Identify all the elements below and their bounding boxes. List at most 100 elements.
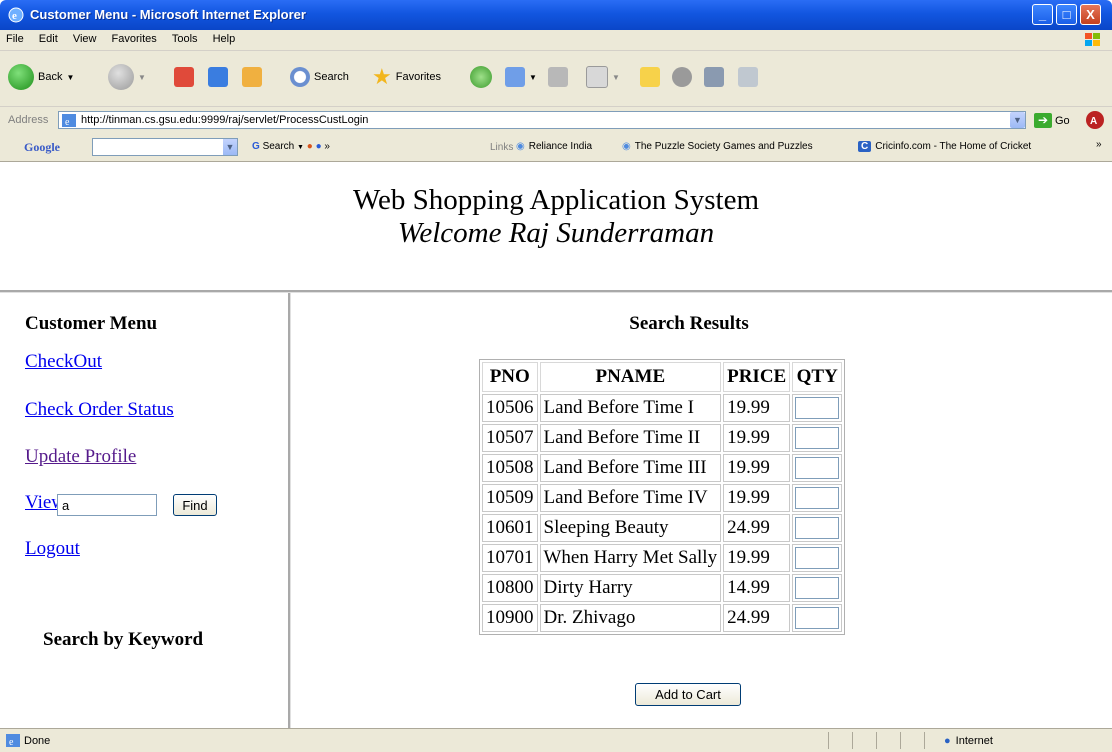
checkout-link[interactable]: CheckOut bbox=[25, 351, 102, 373]
globe-icon: ● bbox=[944, 735, 951, 747]
keyword-search-input[interactable] bbox=[57, 494, 157, 516]
table-header-row: PNO PNAME PRICE QTY bbox=[482, 362, 843, 392]
page-icon: ◉ bbox=[622, 141, 631, 152]
table-row: 10507 Land Before Time II 19.99 bbox=[482, 424, 843, 452]
cell-pname: Dirty Harry bbox=[539, 574, 722, 602]
google-dropdown-button[interactable]: ▼ bbox=[223, 139, 237, 155]
forward-button[interactable]: ▼ bbox=[108, 63, 146, 91]
address-label: Address bbox=[8, 114, 49, 126]
word-icon bbox=[586, 66, 608, 88]
windows-logo-icon bbox=[1085, 33, 1100, 46]
edit-button[interactable]: ▼ bbox=[586, 63, 620, 91]
favorites-button[interactable]: ★ Favorites bbox=[372, 63, 441, 91]
search-button[interactable]: Search bbox=[290, 63, 349, 91]
security-zone[interactable]: ● Internet bbox=[944, 735, 993, 747]
google-search-input[interactable] bbox=[92, 138, 238, 156]
back-button[interactable]: Back ▼ bbox=[8, 63, 74, 91]
menu-help[interactable]: Help bbox=[207, 30, 242, 45]
google-logo[interactable]: Google bbox=[24, 140, 60, 155]
column-header-pno: PNO bbox=[482, 362, 538, 392]
qty-input[interactable] bbox=[795, 517, 840, 539]
page-content: Web Shopping Application System Welcome … bbox=[0, 162, 1112, 728]
stop-button[interactable] bbox=[174, 63, 194, 91]
research-button[interactable] bbox=[738, 63, 758, 91]
print-button[interactable] bbox=[548, 63, 568, 91]
history-button[interactable] bbox=[470, 63, 492, 91]
links-more-chevron[interactable]: » bbox=[1096, 139, 1102, 150]
chevron-down-icon: ▼ bbox=[612, 72, 620, 82]
mail-button[interactable]: ▼ bbox=[505, 63, 537, 91]
check-order-status-link[interactable]: Check Order Status bbox=[25, 399, 174, 421]
link-reliance-india[interactable]: ◉ Reliance India bbox=[516, 141, 592, 152]
internet-explorer-icon: e bbox=[8, 7, 24, 23]
discuss-button[interactable] bbox=[640, 63, 660, 91]
table-row: 10601 Sleeping Beauty 24.99 bbox=[482, 514, 843, 542]
cell-price: 14.99 bbox=[723, 574, 791, 602]
back-label: Back bbox=[38, 71, 63, 83]
stop-script-button[interactable] bbox=[672, 63, 692, 91]
search-icon bbox=[290, 67, 310, 87]
page-title: Web Shopping Application System bbox=[352, 184, 760, 216]
menu-file[interactable]: File bbox=[0, 30, 30, 45]
messenger-button[interactable] bbox=[704, 63, 724, 91]
status-divider bbox=[900, 732, 901, 749]
find-button[interactable]: Find bbox=[173, 494, 217, 516]
minimize-button[interactable]: _ bbox=[1032, 4, 1053, 25]
status-divider bbox=[876, 732, 877, 749]
go-arrow-icon: ➔ bbox=[1034, 113, 1052, 128]
page-banner: Web Shopping Application System Welcome … bbox=[0, 162, 1112, 290]
menu-view[interactable]: View bbox=[67, 30, 103, 45]
link-puzzle-society[interactable]: ◉ The Puzzle Society Games and Puzzles bbox=[622, 141, 813, 152]
address-input[interactable]: http://tinman.cs.gsu.edu:9999/raj/servle… bbox=[58, 111, 1026, 129]
qty-input[interactable] bbox=[795, 607, 840, 629]
link-cricinfo[interactable]: C Cricinfo.com - The Home of Cricket bbox=[858, 141, 1031, 152]
refresh-icon bbox=[208, 67, 228, 87]
cell-pno: 10601 bbox=[482, 514, 538, 542]
cell-price: 24.99 bbox=[723, 514, 791, 542]
logout-link[interactable]: Logout bbox=[25, 538, 80, 560]
title-bar[interactable]: e Customer Menu - Microsoft Internet Exp… bbox=[0, 0, 1112, 30]
qty-input[interactable] bbox=[795, 457, 840, 479]
refresh-button[interactable] bbox=[208, 63, 228, 91]
status-divider bbox=[924, 732, 925, 749]
menu-favorites[interactable]: Favorites bbox=[106, 30, 163, 45]
links-toolbar: Google ▼ G Search ▼ ● ● » Links ◉ Relian… bbox=[0, 134, 1112, 162]
cell-qty bbox=[792, 484, 843, 512]
svg-text:e: e bbox=[9, 737, 14, 747]
cell-pno: 10800 bbox=[482, 574, 538, 602]
home-button[interactable] bbox=[242, 63, 262, 91]
cell-qty bbox=[792, 544, 843, 572]
column-header-pname: PNAME bbox=[539, 362, 722, 392]
qty-input[interactable] bbox=[795, 547, 840, 569]
menu-tools[interactable]: Tools bbox=[166, 30, 204, 45]
cell-pno: 10507 bbox=[482, 424, 538, 452]
qty-input[interactable] bbox=[795, 427, 840, 449]
cell-price: 19.99 bbox=[723, 484, 791, 512]
link-label: The Puzzle Society Games and Puzzles bbox=[634, 141, 813, 152]
qty-input[interactable] bbox=[795, 397, 840, 419]
search-by-keyword-heading: Search by Keyword bbox=[43, 629, 204, 650]
svg-text:A: A bbox=[1090, 116, 1097, 127]
close-button[interactable]: X bbox=[1080, 4, 1101, 25]
maximize-button[interactable]: □ bbox=[1056, 4, 1077, 25]
menu-edit[interactable]: Edit bbox=[33, 30, 64, 45]
stop-icon bbox=[174, 67, 194, 87]
google-search-button[interactable]: G Search ▼ ● ● » bbox=[252, 141, 330, 152]
go-button[interactable]: ➔ Go bbox=[1034, 113, 1070, 128]
status-text: Done bbox=[24, 735, 51, 747]
add-to-cart-button[interactable]: Add to Cart bbox=[635, 683, 741, 706]
cell-pname: Dr. Zhivago bbox=[539, 604, 722, 632]
qty-input[interactable] bbox=[795, 487, 840, 509]
google-more-chevron[interactable]: » bbox=[324, 141, 330, 152]
print-icon bbox=[548, 67, 568, 87]
update-profile-link[interactable]: Update Profile bbox=[25, 446, 136, 468]
address-dropdown-button[interactable]: ▼ bbox=[1010, 112, 1025, 128]
standard-toolbar: Back ▼ ▼ Search ★ Favorites ▼ ▼ bbox=[0, 51, 1112, 107]
history-icon bbox=[470, 66, 492, 88]
qty-input[interactable] bbox=[795, 577, 840, 599]
chevron-down-icon: ▼ bbox=[138, 72, 146, 82]
cell-price: 19.99 bbox=[723, 394, 791, 422]
links-label: Links bbox=[490, 142, 514, 153]
pdf-icon[interactable]: A bbox=[1085, 110, 1105, 130]
chevron-down-icon: ▼ bbox=[529, 72, 537, 82]
